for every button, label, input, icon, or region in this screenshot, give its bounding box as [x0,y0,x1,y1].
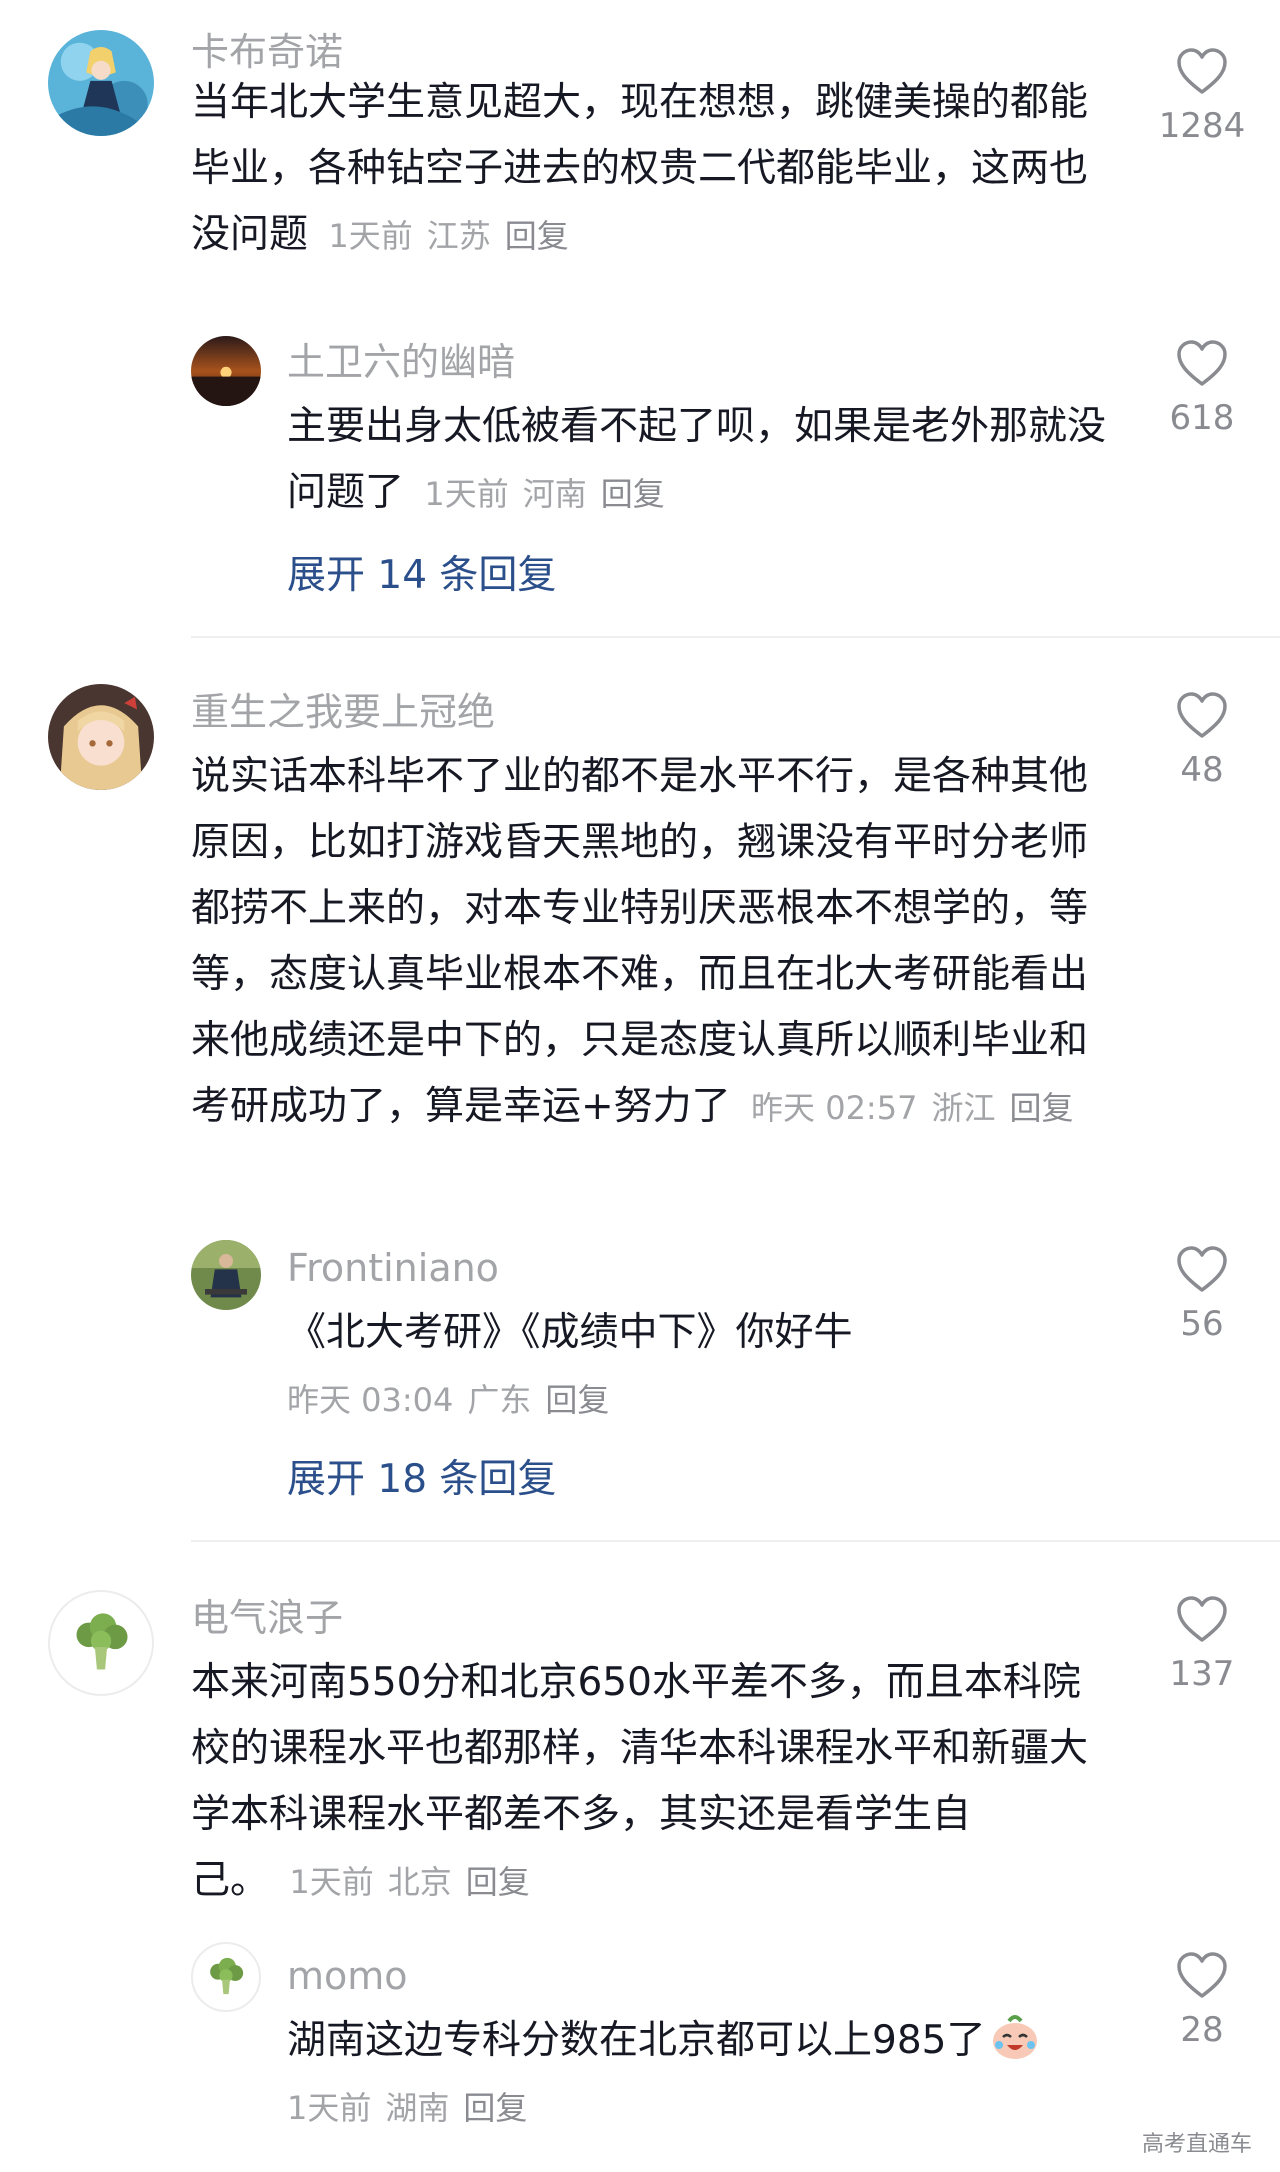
reply-meta: 昨天 03:04 广东 回复 [287,1376,623,1424]
divider [191,1540,1280,1542]
watermark: 高考直通车 [1141,2132,1252,2157]
reply-time: 昨天 03:04 [287,1381,454,1419]
comment-text: 当年北大学生意见超大，现在想想，跳健美操的都能毕业，各种钻空子进去的权贵二代都能… [191,70,1091,269]
crying-laughing-emoji [989,2011,1041,2063]
like-button[interactable]: 48 [1140,692,1264,792]
comment-username[interactable]: 卡布奇诺 [191,28,343,76]
reply-text: 湖南这边专科分数在北京都可以上985了 [287,2008,1117,2074]
reply-location: 湖南 [385,2089,450,2127]
reply-meta: 1天前 湖南 回复 [287,2084,541,2132]
comment-location: 浙江 [931,1089,996,1127]
like-count: 56 [1180,1304,1224,1344]
reply-text: 《北大考研》《成绩中下》你好牛 [287,1300,1117,1366]
reply-meta: 1天前 河南 回复 [404,475,679,513]
reply-button[interactable]: 回复 [601,475,665,513]
heart-icon [1177,1596,1227,1642]
reply-username[interactable]: 土卫六的幽暗 [287,338,515,386]
reply-button[interactable]: 回复 [545,1381,609,1419]
like-count: 48 [1180,750,1224,790]
reply-location: 河南 [522,475,587,513]
reply-button[interactable]: 回复 [505,217,569,255]
broccoli-avatar[interactable] [48,1590,154,1696]
comment-location: 北京 [387,1863,452,1901]
comment-text: 说实话本科毕不了业的都不是水平不行，是各种其他原因，比如打游戏昏天黑地的，翘课没… [191,744,1091,1141]
reply-text: 主要出身太低被看不起了呗，如果是老外那就没问题了 1天前 河南 回复 [287,394,1117,527]
reply-button[interactable]: 回复 [463,2089,527,2127]
like-count: 28 [1180,2010,1224,2050]
reply-username[interactable]: momo [287,1952,408,2000]
heart-icon [1177,1952,1227,1998]
like-button[interactable]: 56 [1140,1246,1264,1346]
heart-icon [1177,48,1227,94]
reply-time: 1天前 [424,475,509,513]
reply-button[interactable]: 回复 [466,1863,530,1901]
comment-username[interactable]: 电气浪子 [191,1594,343,1642]
comment-location: 江苏 [426,217,491,255]
blonde-girl-avatar[interactable] [48,684,154,790]
comment-time: 昨天 02:57 [751,1089,918,1127]
sunset-avatar[interactable] [191,336,261,406]
like-count: 618 [1169,398,1235,438]
like-button[interactable]: 618 [1140,340,1264,440]
comment-meta: 昨天 02:57 浙江 回复 [731,1089,1088,1127]
expand-replies-button[interactable]: 展开 14 条回复 [287,548,556,604]
person-in-park-avatar[interactable] [191,1240,261,1310]
heart-icon [1177,340,1227,386]
like-button[interactable]: 137 [1140,1596,1264,1696]
comment-meta: 1天前 江苏 回复 [308,217,583,255]
divider [191,636,1280,638]
comment-text: 本来河南550分和北京650水平差不多，而且本科院校的课程水平也都那样，清华本科… [191,1650,1091,1915]
reply-username[interactable]: Frontiniano [287,1244,499,1292]
heart-icon [1177,1246,1227,1292]
like-count: 137 [1169,1654,1235,1694]
comment-time: 1天前 [289,1863,374,1901]
comment-time: 1天前 [328,217,413,255]
reply-button[interactable]: 回复 [1009,1089,1073,1127]
comment-body: 说实话本科毕不了业的都不是水平不行，是各种其他原因，比如打游戏昏天黑地的，翘课没… [191,754,1089,1129]
heart-icon [1177,692,1227,738]
reply-body: 《北大考研》《成绩中下》你好牛 [287,1310,853,1355]
like-button[interactable]: 1284 [1140,48,1264,148]
expand-replies-button[interactable]: 展开 18 条回复 [287,1452,556,1508]
like-count: 1284 [1158,106,1246,146]
reply-location: 广东 [467,1381,532,1419]
broccoli-avatar[interactable] [191,1942,261,2012]
anime-girl-avatar[interactable] [48,30,154,136]
comment-meta: 1天前 北京 回复 [269,1863,544,1901]
reply-body: 湖南这边专科分数在北京都可以上985了 [287,2018,986,2063]
reply-time: 1天前 [287,2089,372,2127]
like-button[interactable]: 28 [1140,1952,1264,2052]
comment-username[interactable]: 重生之我要上冠绝 [191,688,495,736]
